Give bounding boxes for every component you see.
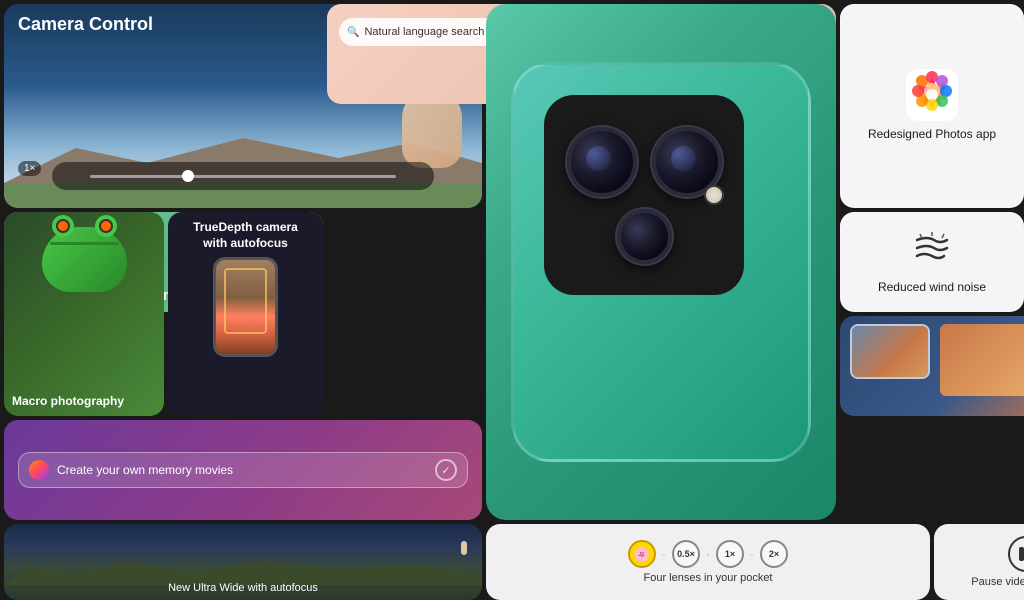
four-lenses-label: Four lenses in your pocket xyxy=(643,572,772,584)
pause-button[interactable] xyxy=(1008,536,1024,572)
control-bar-track xyxy=(90,175,396,178)
pause-label: Pause video recording xyxy=(971,576,1024,588)
photos-app-card: Redesigned Photos app xyxy=(840,4,1024,208)
frog-illustration xyxy=(34,227,134,317)
control-indicator xyxy=(182,170,194,182)
wind-noise-label: Reduced wind noise xyxy=(878,280,986,294)
photos-app-icon xyxy=(906,69,958,121)
lens-1x: 1× xyxy=(716,540,744,568)
camera-lens-3 xyxy=(617,209,672,264)
lens-2x: 2× xyxy=(760,540,788,568)
pause-bar-left xyxy=(1019,547,1024,561)
lens-sep-3: · xyxy=(750,547,754,561)
frog-eye-right xyxy=(95,215,117,237)
spatial-device-frame xyxy=(850,324,930,379)
lens-flower: 🌸 xyxy=(628,540,656,568)
photos-app-label: Redesigned Photos app xyxy=(868,127,996,143)
main-phone-card xyxy=(486,4,836,520)
memory-icon xyxy=(29,460,49,480)
frog-pupil-right xyxy=(99,219,113,233)
ultrawide-card: New Ultra Wide with autofocus xyxy=(4,524,482,600)
frog-eye-left xyxy=(52,215,74,237)
lens-circle-1x: 1× xyxy=(716,540,744,568)
spatial-content xyxy=(852,326,928,377)
lens-sep-2: · xyxy=(706,547,710,561)
macro-label: Macro photography xyxy=(12,394,124,408)
phone-body xyxy=(511,62,811,462)
pause-icon xyxy=(1019,547,1024,561)
ultrawide-person xyxy=(461,541,467,555)
spatial-card: Spatial photos and videos xyxy=(840,316,1024,416)
frog-body xyxy=(42,227,127,292)
frog-pupil-left xyxy=(56,219,70,233)
lens-circle-05x: 0.5× xyxy=(672,540,700,568)
memory-input-bar[interactable]: Create your own memory movies ✓ xyxy=(18,452,468,488)
spatial-bg-photo xyxy=(940,324,1024,396)
camera-flash xyxy=(704,185,724,205)
portrait-focus-frame xyxy=(224,268,267,334)
search-icon: 🔍 xyxy=(347,27,359,38)
lens-circle-2x: 2× xyxy=(760,540,788,568)
wind-noise-card: Reduced wind noise xyxy=(840,212,1024,312)
camera-lens-row xyxy=(567,127,722,197)
lens-05x: 0.5× xyxy=(672,540,700,568)
memory-text: Create your own memory movies xyxy=(57,463,427,477)
camera-lens-1 xyxy=(567,127,637,197)
truedepth-card: TrueDepth camera with autofocus xyxy=(168,212,323,416)
memory-check-button[interactable]: ✓ xyxy=(435,459,457,481)
four-lenses-card: 🌸 · 0.5× · 1× · 2× Four lenses in your p… xyxy=(486,524,930,600)
pause-card: Pause video recording xyxy=(934,524,1024,600)
camera-module xyxy=(544,95,744,295)
wind-icon xyxy=(912,230,952,274)
lens-sep-1: · xyxy=(662,547,666,561)
camera-control-bar xyxy=(52,162,435,190)
phone-frame xyxy=(213,257,278,357)
lenses-row: 🌸 · 0.5× · 1× · 2× xyxy=(628,540,788,568)
ultrawide-label: New Ultra Wide with autofocus xyxy=(168,582,318,594)
zoom-badge: 1× xyxy=(18,161,41,176)
memory-card: Create your own memory movies ✓ xyxy=(4,420,482,520)
lens-circle-flower: 🌸 xyxy=(628,540,656,568)
frog-stripe xyxy=(50,242,119,245)
truedepth-title: TrueDepth camera with autofocus xyxy=(193,220,298,251)
macro-card: Macro photography xyxy=(4,212,164,416)
